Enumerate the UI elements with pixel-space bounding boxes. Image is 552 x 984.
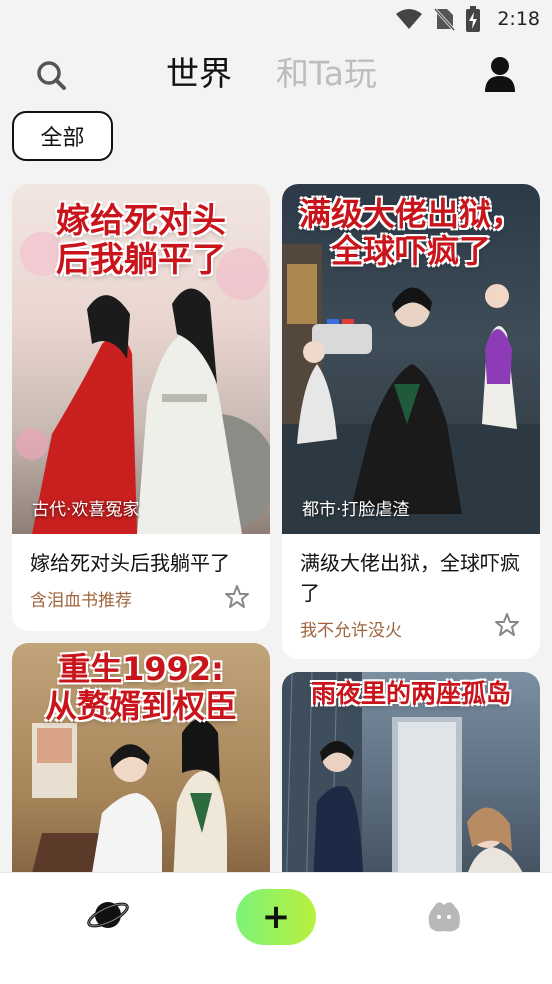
card-cover-image: 满级大佬出狱， 全球吓疯了 都市·打脸虐渣 [282, 184, 540, 534]
planet-icon[interactable] [86, 895, 130, 935]
tab-play-with-ta[interactable]: 和Ta玩 [276, 50, 377, 98]
status-bar: 2:18 [0, 0, 552, 38]
story-card[interactable]: 重生1992: 从赘婿到权臣 [12, 643, 270, 903]
genre-tag: 都市·打脸虐渣 [302, 500, 410, 520]
profile-icon[interactable] [482, 54, 518, 94]
status-time: 2:18 [497, 8, 540, 30]
search-icon[interactable] [34, 58, 68, 92]
card-author: 含泪血书推荐 [30, 591, 132, 611]
card-cover-image: 嫁给死对头 后我躺平了 古代·欢喜冤家 [12, 184, 270, 534]
card-title: 满级大佬出狱，全球吓疯了 [300, 551, 520, 605]
star-icon[interactable] [494, 612, 520, 638]
tab-world[interactable]: 世界 [166, 50, 232, 98]
no-sim-icon [434, 7, 456, 31]
wifi-icon [396, 9, 423, 29]
card-title: 嫁给死对头后我躺平了 [30, 551, 230, 575]
status-icons: 2:18 [395, 6, 540, 32]
card-author: 我不允许没火 [300, 621, 402, 641]
card-cover-image: 重生1992: 从赘婿到权臣 [12, 643, 270, 903]
cover-title: 雨夜里的两座孤岛 [310, 679, 511, 708]
cover-title: 重生1992: 从赘婿到权臣 [44, 650, 237, 725]
cover-title: 嫁给死对头 后我躺平了 [56, 201, 226, 281]
story-card[interactable]: 满级大佬出狱， 全球吓疯了 都市·打脸虐渣 满级大佬出狱，全球吓疯了 我不允许没… [282, 184, 540, 659]
create-button[interactable]: + [236, 889, 316, 945]
filter-all-chip[interactable]: 全部 [12, 111, 113, 161]
star-icon[interactable] [224, 584, 250, 610]
top-nav: 世界 和Ta玩 [0, 50, 552, 100]
slime-icon[interactable] [424, 897, 464, 935]
story-card[interactable]: 嫁给死对头 后我躺平了 古代·欢喜冤家 嫁给死对头后我躺平了 含泪血书推荐 [12, 184, 270, 631]
genre-tag: 古代·欢喜冤家 [32, 500, 140, 520]
battery-charging-icon [466, 6, 481, 32]
cover-title: 满级大佬出狱， 全球吓疯了 [298, 195, 523, 270]
story-card[interactable]: 雨夜里的两座孤岛 [282, 672, 540, 902]
card-cover-image: 雨夜里的两座孤岛 [282, 672, 540, 902]
bottom-nav-bar: + [0, 872, 552, 984]
